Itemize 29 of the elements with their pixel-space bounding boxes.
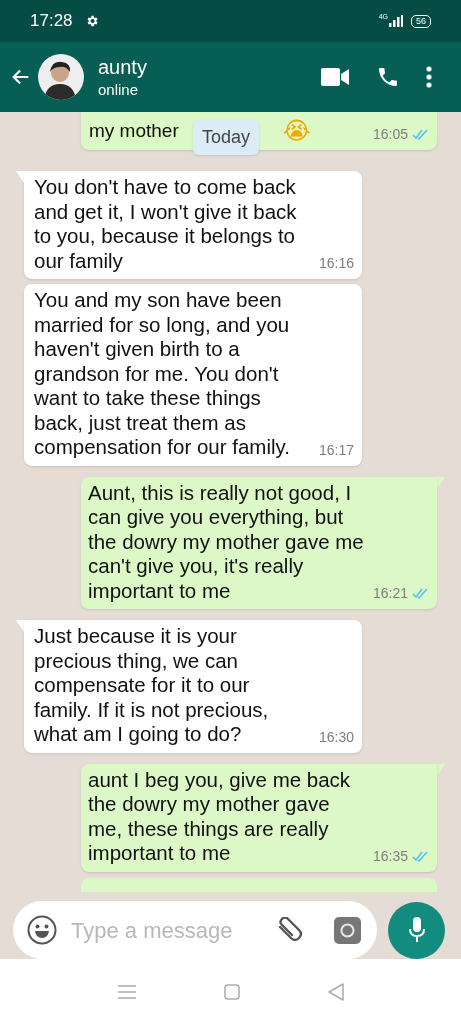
message-time: 16:21	[372, 584, 408, 603]
message-time: 16:05	[372, 125, 408, 144]
message-input[interactable]: Type a message	[71, 913, 251, 947]
signal-icon	[389, 15, 403, 27]
contact-status: online	[98, 80, 140, 100]
battery-level: 56	[411, 14, 431, 28]
microphone-icon	[408, 917, 425, 943]
contact-avatar[interactable]	[38, 54, 84, 100]
camera-icon[interactable]	[334, 916, 361, 944]
contact-name[interactable]: aunty	[98, 54, 147, 80]
message-time: 16:30	[318, 727, 354, 747]
message-time: 16:17	[318, 440, 354, 460]
emoji-icon[interactable]	[27, 915, 57, 945]
message-text: You don't have to come back and get it, I won't give it back to you, because it belongs to our family	[34, 175, 298, 273]
video-call-icon[interactable]	[321, 68, 349, 86]
message-text: Aunt, this is really not good, I can give you everything, but the dowry my mother gave me can't give you, it's really important to me	[88, 480, 365, 603]
message-time: 16:16	[318, 254, 354, 273]
date-label: Today	[193, 120, 260, 155]
phone-call-icon[interactable]	[376, 65, 400, 89]
menu-icon[interactable]	[426, 66, 432, 88]
emoji: 😭	[282, 119, 311, 143]
status-time: 17:28	[30, 10, 73, 33]
message-text: my mother	[89, 118, 179, 143]
message-text: aunt I beg you, give me back the dowry my mother gave me, these things are really important to me	[88, 767, 352, 866]
message-text: You and my son have been married for so long, and you haven't given birth to a grandson for me. You don't want to take these things back, just treat them as compensation for our family.	[34, 288, 291, 460]
message-field[interactable]: Type a message	[13, 901, 377, 959]
mic-button[interactable]	[388, 901, 445, 959]
message-time: 16:35	[372, 846, 408, 866]
message-text: Just because it is your precious thing, we can compensate for it to our family. If it is not precious, what am I going to do?	[34, 624, 270, 747]
